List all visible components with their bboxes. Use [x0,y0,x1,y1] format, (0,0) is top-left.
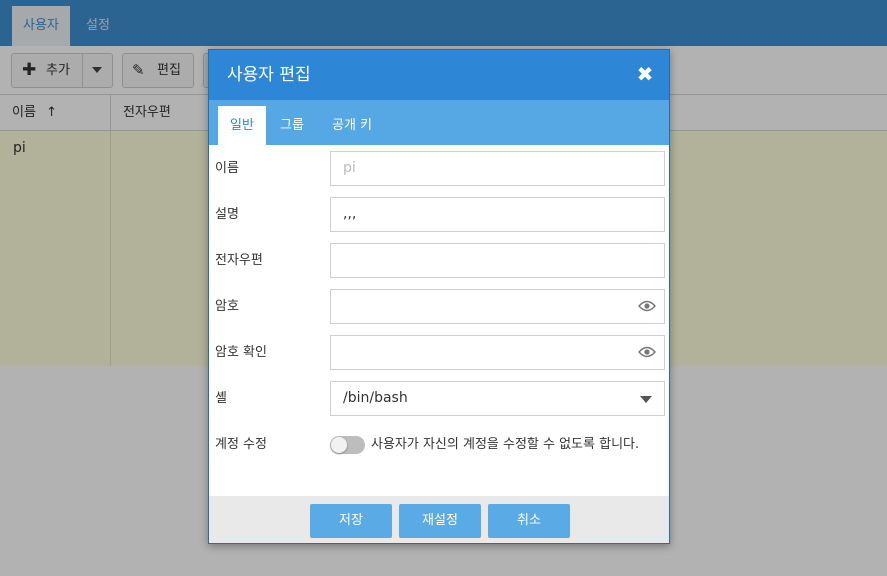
password-label: 암호 [215,299,239,314]
form-row-password-confirm: 암호 확인 [209,335,669,371]
tab-public-keys[interactable]: 공개 키 [320,106,384,145]
account-edit-label: 계정 수정 [215,437,267,452]
dialog-header: 사용자 편집 ✖ [209,50,669,100]
save-button[interactable]: 저장 [310,504,392,538]
email-label: 전자우편 [215,253,263,268]
shell-label: 셸 [215,391,227,406]
edit-user-dialog: 사용자 편집 ✖ 일반 그룹 공개 키 이름 pi 설명 ,,, 전자우편 암호… [208,49,670,544]
form-row-description: 설명 ,,, [209,197,669,233]
cancel-button[interactable]: 취소 [488,504,570,538]
form-row-email: 전자우편 [209,243,669,279]
tab-groups[interactable]: 그룹 [268,106,316,145]
eye-icon[interactable] [638,346,656,358]
shell-select-value: /bin/bash [343,390,408,406]
form-row-name: 이름 pi [209,151,669,187]
tab-general[interactable]: 일반 [218,106,266,145]
form-row-shell: 셸 /bin/bash [209,381,669,417]
dialog-title: 사용자 편집 [227,65,311,85]
account-edit-toggle[interactable] [330,436,365,454]
password-confirm-field[interactable] [330,335,665,370]
dialog-footer: 저장 재설정 취소 [209,496,669,543]
shell-select[interactable]: /bin/bash [330,381,665,416]
account-edit-description: 사용자가 자신의 계정을 수정할 수 없도록 합니다. [371,437,640,452]
description-field[interactable]: ,,, [330,197,665,232]
name-field[interactable]: pi [330,151,665,186]
form-row-password: 암호 [209,289,669,325]
toggle-knob [331,437,347,453]
password-confirm-label: 암호 확인 [215,345,267,360]
reset-button[interactable]: 재설정 [399,504,481,538]
form-row-account-edit: 계정 수정 사용자가 자신의 계정을 수정할 수 없도록 합니다. [209,427,669,463]
eye-icon[interactable] [638,300,656,312]
chevron-down-icon [640,396,652,403]
password-field[interactable] [330,289,665,324]
name-label: 이름 [215,161,239,176]
description-label: 설명 [215,207,239,222]
dialog-tab-bar: 일반 그룹 공개 키 [209,100,669,145]
email-field[interactable] [330,243,665,278]
close-icon[interactable]: ✖ [635,64,655,84]
